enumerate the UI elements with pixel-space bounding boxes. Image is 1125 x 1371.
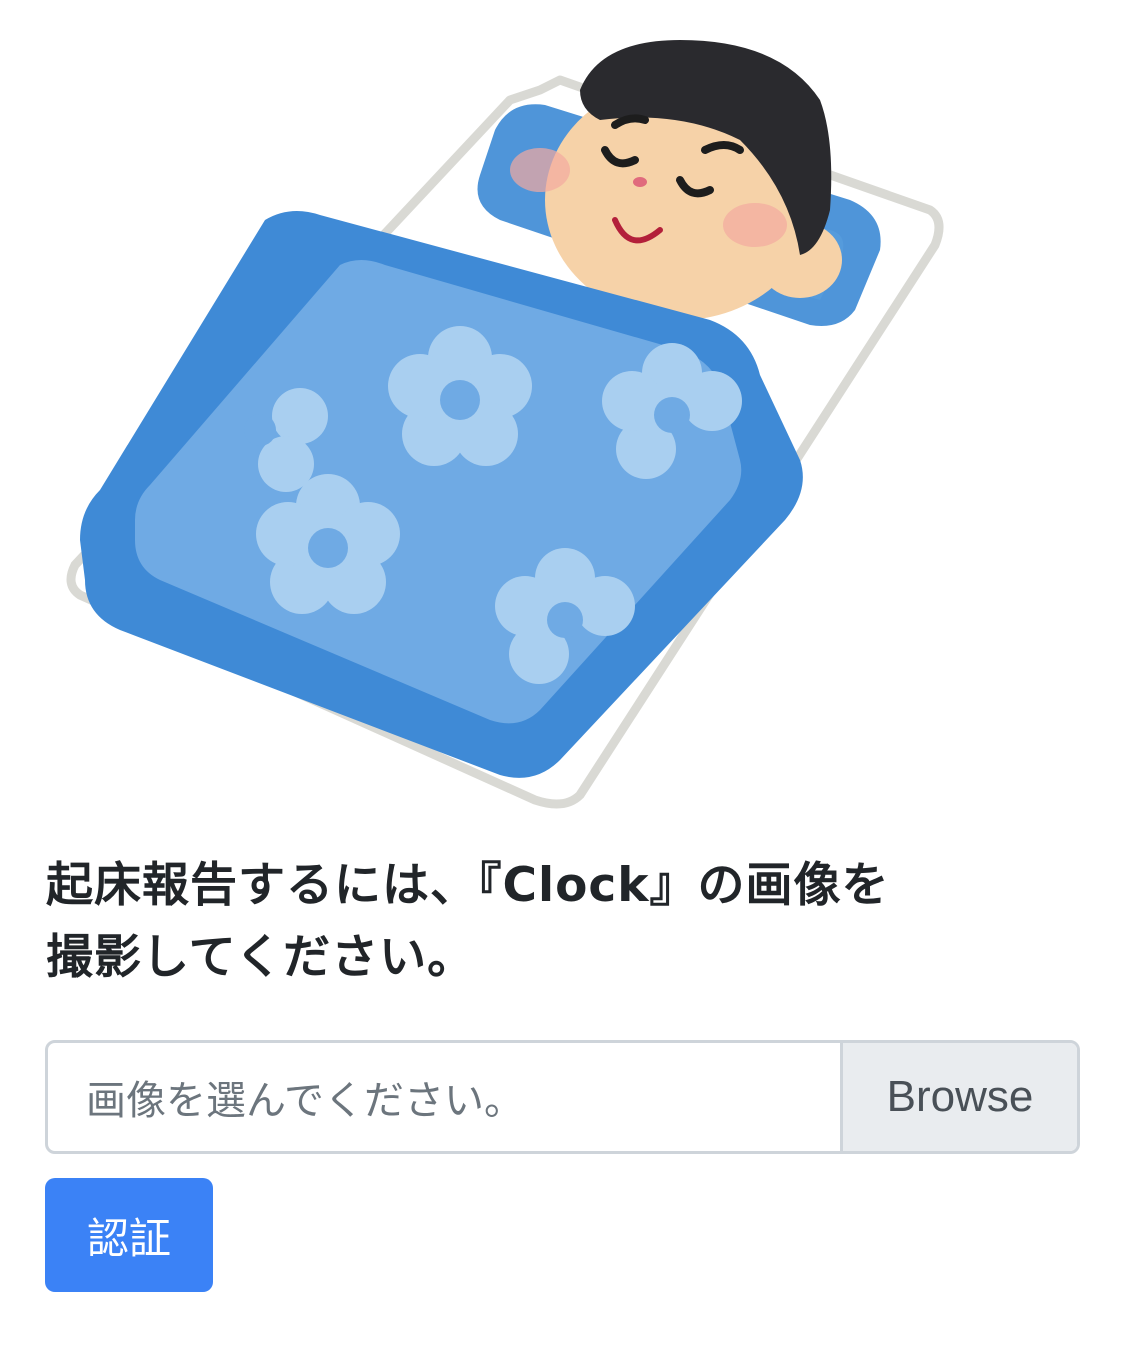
authenticate-button[interactable]: 認証 [45, 1178, 213, 1292]
browse-button[interactable]: Browse [840, 1043, 1077, 1151]
instruction-line-2: 撮影してください。 [46, 930, 476, 985]
file-input-placeholder[interactable]: 画像を選んでください。 [48, 1043, 840, 1151]
instruction-line-1: 起床報告するには、『Clock』の画像を [46, 858, 890, 913]
file-picker[interactable]: 画像を選んでください。 Browse [45, 1040, 1080, 1154]
instruction-heading: 起床報告するには、『Clock』の画像を 撮影してください。 [46, 850, 1076, 994]
sleeping-boy-illustration [66, 40, 944, 809]
